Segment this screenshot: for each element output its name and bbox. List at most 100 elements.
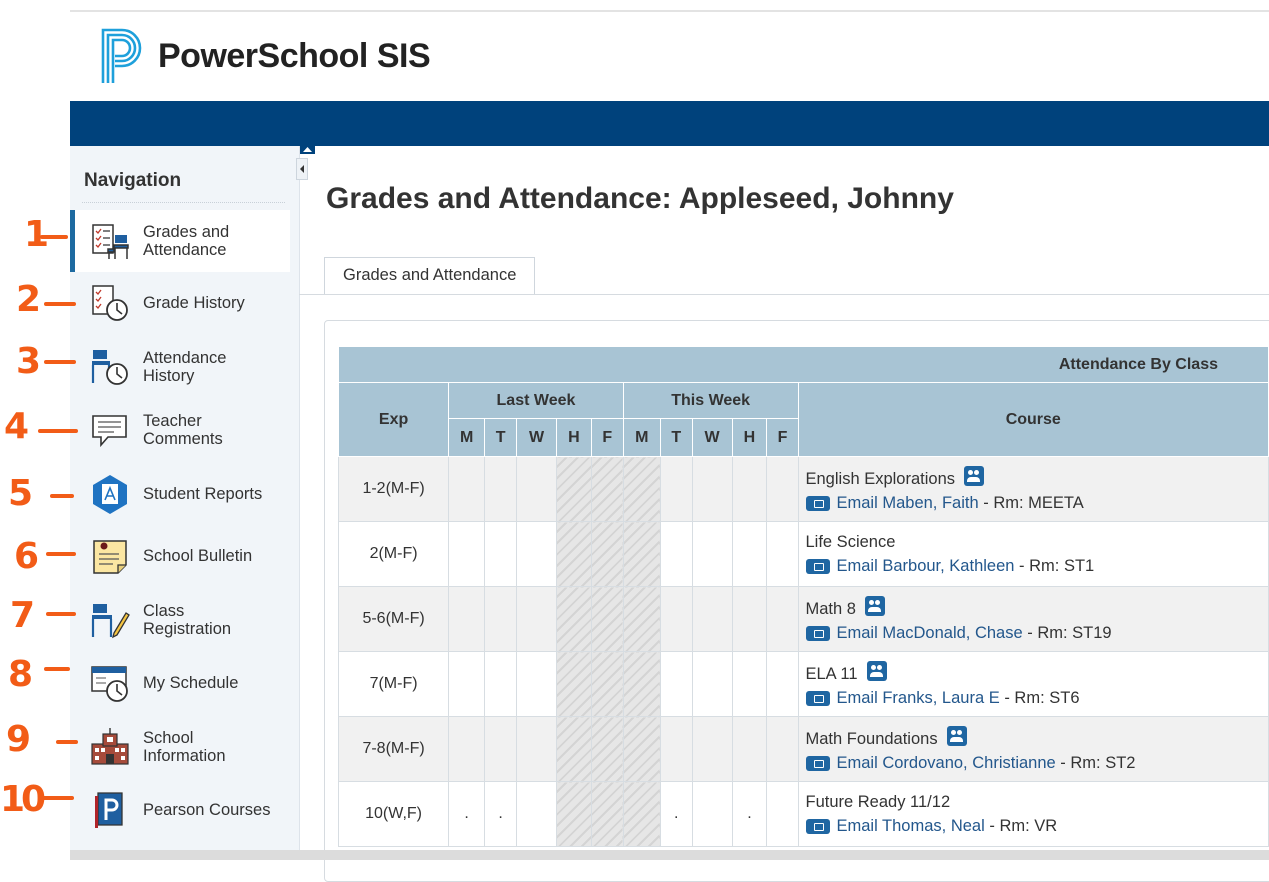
table-row: 7(M-F) ELA 11 Email Franks, Laura E - Rm… (337, 651, 1269, 717)
day-header: H (555, 418, 592, 457)
attendance-cell[interactable] (731, 521, 768, 587)
attendance-cell[interactable] (590, 651, 624, 717)
schedule-icon (91, 666, 128, 702)
attendance-cell[interactable] (731, 651, 768, 717)
tab-grades-and-attendance[interactable]: Grades and Attendance (324, 257, 536, 294)
attendance-cell[interactable] (555, 781, 592, 847)
attendance-cell[interactable] (516, 781, 557, 847)
attendance-cell[interactable] (448, 521, 486, 587)
attendance-cell[interactable] (691, 651, 733, 717)
attendance-cell[interactable] (622, 456, 661, 522)
attendance-cell[interactable] (659, 521, 693, 587)
attendance-cell[interactable] (484, 586, 518, 652)
attendance-cell[interactable] (691, 716, 733, 782)
collapse-header-button[interactable] (300, 142, 315, 154)
email-icon[interactable] (805, 755, 830, 771)
attendance-cell[interactable] (731, 586, 768, 652)
attendance-cell[interactable] (659, 716, 693, 782)
table-row: 1-2(M-F) English Explorations Email Mabe… (337, 456, 1269, 522)
nav-my-schedule[interactable]: My Schedule (70, 654, 290, 712)
attendance-cell[interactable] (555, 521, 592, 587)
teacher-email-link[interactable]: Email Thomas, Neal (837, 817, 985, 835)
attendance-cell[interactable]: . (484, 781, 518, 847)
bottom-scrollbar[interactable] (70, 850, 1269, 860)
attendance-cell[interactable] (590, 586, 624, 652)
attendance-cell[interactable] (691, 781, 733, 847)
attendance-cell[interactable] (622, 586, 661, 652)
nav-attendance-history[interactable]: Attendance History (70, 338, 290, 396)
attendance-cell[interactable] (691, 586, 733, 652)
teacher-email-link[interactable]: Email MacDonald, Chase (837, 624, 1023, 642)
attendance-cell[interactable] (622, 651, 661, 717)
attendance-cell[interactable] (622, 521, 661, 587)
attendance-cell[interactable] (622, 716, 661, 782)
class-roster-icon[interactable] (946, 725, 967, 746)
attendance-cell[interactable] (448, 456, 486, 522)
attendance-cell[interactable] (516, 456, 557, 522)
email-icon[interactable] (805, 690, 830, 706)
attendance-cell[interactable] (590, 716, 624, 782)
header-bar (70, 101, 1269, 146)
collapse-sidebar-button[interactable] (296, 158, 308, 180)
attendance-cell[interactable] (448, 586, 486, 652)
attendance-cell[interactable] (555, 716, 592, 782)
nav-school-bulletin[interactable]: School Bulletin (70, 527, 290, 585)
attendance-cell[interactable] (766, 586, 799, 652)
attendance-cell[interactable] (766, 456, 799, 522)
attendance-cell[interactable] (731, 716, 768, 782)
attendance-cell[interactable] (516, 521, 557, 587)
nav-class-registration[interactable]: Class Registration (70, 591, 290, 649)
attendance-cell[interactable] (731, 456, 768, 522)
email-icon[interactable] (805, 495, 830, 511)
attendance-cell[interactable] (484, 456, 518, 522)
attendance-cell[interactable] (766, 781, 799, 847)
attendance-cell[interactable] (448, 716, 486, 782)
attendance-cell[interactable] (766, 521, 799, 587)
email-icon[interactable] (805, 818, 830, 834)
nav-teacher-comments[interactable]: Teacher Comments (70, 401, 290, 459)
attendance-cell[interactable] (590, 781, 624, 847)
attendance-cell[interactable] (484, 716, 518, 782)
email-icon[interactable] (805, 625, 830, 641)
attendance-cell[interactable]: . (659, 781, 693, 847)
attendance-cell[interactable] (555, 586, 592, 652)
attendance-cell[interactable] (659, 586, 693, 652)
attendance-cell[interactable] (448, 651, 486, 717)
nav-pearson-courses[interactable]: Pearson Courses (70, 781, 290, 839)
class-roster-icon[interactable] (866, 660, 887, 681)
teacher-email-link[interactable]: Email Franks, Laura E (837, 689, 1000, 707)
attendance-cell[interactable]: . (731, 781, 768, 847)
nav-student-reports[interactable]: Student Reports (70, 465, 290, 523)
attendance-cell[interactable]: . (448, 781, 486, 847)
attendance-cell[interactable] (590, 521, 624, 587)
teacher-email-link[interactable]: Email Cordovano, Christianne (837, 754, 1056, 772)
class-roster-icon[interactable] (864, 595, 885, 616)
attendance-cell[interactable] (691, 456, 733, 522)
attendance-cell[interactable] (516, 651, 557, 717)
attendance-cell[interactable] (484, 651, 518, 717)
teacher-email-link[interactable]: Email Barbour, Kathleen (837, 557, 1015, 575)
attendance-cell[interactable] (516, 586, 557, 652)
attendance-cell[interactable] (766, 716, 799, 782)
attendance-cell[interactable] (691, 521, 733, 587)
teacher-email-link[interactable]: Email Maben, Faith (837, 494, 979, 512)
class-roster-icon[interactable] (964, 465, 984, 486)
attendance-cell[interactable] (622, 781, 661, 847)
attendance-cell[interactable] (555, 456, 592, 522)
attendance-cell[interactable] (555, 651, 592, 717)
attendance-cell[interactable] (766, 651, 799, 717)
attendance-cell[interactable] (484, 521, 518, 587)
email-icon[interactable] (805, 558, 830, 574)
nav-label: School Bulletin (143, 547, 253, 565)
powerschool-logo[interactable]: PowerSchool SIS (100, 26, 431, 86)
nav-school-information[interactable]: School Information (70, 718, 290, 776)
day-header: M (622, 418, 661, 457)
attendance-cell[interactable] (659, 456, 693, 522)
nav-grade-history[interactable]: Grade History (70, 274, 290, 332)
attendance-cell[interactable] (590, 456, 624, 522)
nav-grades-and-attendance[interactable]: Grades and Attendance (70, 210, 290, 272)
attendance-cell[interactable] (659, 651, 693, 717)
annotation-2: 2 (0, 280, 76, 320)
attendance-cell[interactable] (516, 716, 557, 782)
annotation-7: 7 (0, 596, 76, 636)
